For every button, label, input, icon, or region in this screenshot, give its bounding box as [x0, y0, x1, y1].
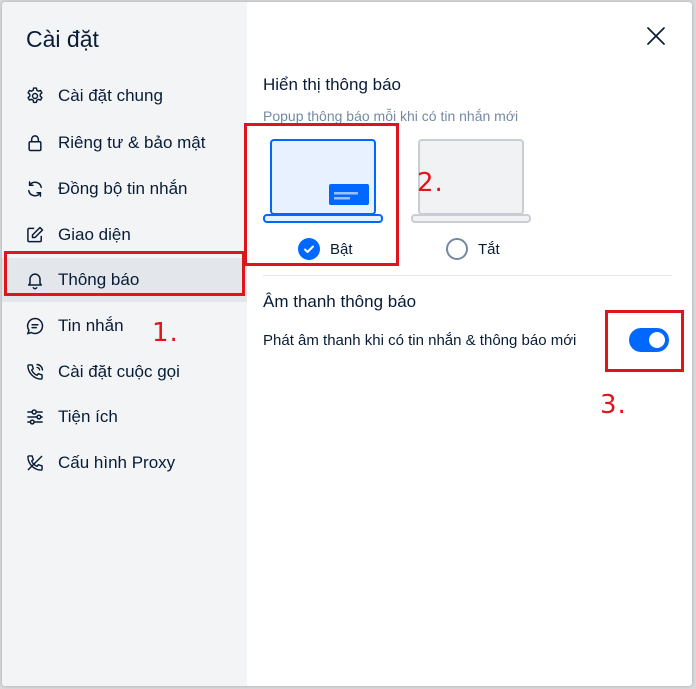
edit-icon [24, 224, 46, 246]
sidebar-item-label: Cấu hình Proxy [58, 453, 176, 472]
annotation-box-2 [244, 123, 399, 266]
close-button[interactable] [642, 24, 670, 52]
sidebar-item-label: Tin nhắn [58, 316, 124, 335]
close-icon [646, 26, 666, 51]
lock-icon [24, 132, 46, 154]
annotation-box-3 [605, 310, 684, 372]
sidebar-item-sync[interactable]: Đồng bộ tin nhắn [2, 167, 247, 211]
chat-icon [24, 315, 46, 337]
annotation-box-1 [4, 251, 245, 296]
display-notification-desc: Popup thông báo mỗi khi có tin nhắn mới [263, 108, 519, 124]
radio-unchecked-icon [446, 238, 468, 260]
annotation-step-1: 1. [152, 318, 179, 348]
dialog-title: Cài đặt [26, 26, 99, 52]
notification-sound-desc: Phát âm thanh khi có tin nhắn & thông bá… [263, 332, 577, 349]
sidebar-item-proxy[interactable]: Cấu hình Proxy [2, 441, 247, 485]
popup-off-label: Tắt [478, 240, 500, 258]
popup-off-radio[interactable]: Tắt [446, 238, 500, 260]
annotation-step-2: 2. [417, 168, 444, 198]
sync-icon [24, 178, 46, 200]
section-divider [263, 275, 672, 276]
gear-icon [24, 85, 46, 107]
sidebar-item-utilities[interactable]: Tiện ích [2, 395, 247, 439]
sliders-icon [24, 406, 46, 428]
settings-sidebar: Cài đặt Cài đặt chung Riêng tư & bảo mật… [2, 2, 247, 686]
sidebar-item-label: Giao diện [58, 225, 131, 244]
proxy-icon [24, 452, 46, 474]
annotation-step-3: 3. [600, 390, 627, 420]
sidebar-item-messages[interactable]: Tin nhắn [2, 304, 247, 348]
sidebar-item-label: Cài đặt chung [58, 86, 163, 105]
sidebar-item-label: Đồng bộ tin nhắn [58, 179, 188, 198]
sidebar-item-label: Tiện ích [58, 407, 118, 426]
sidebar-item-call-settings[interactable]: Cài đặt cuộc gọi [2, 350, 247, 394]
notification-sound-title: Âm thanh thông báo [263, 292, 417, 311]
sidebar-item-privacy[interactable]: Riêng tư & bảo mật [2, 121, 247, 165]
sidebar-item-label: Cài đặt cuộc gọi [58, 362, 180, 381]
settings-dialog: Cài đặt Cài đặt chung Riêng tư & bảo mật… [2, 2, 692, 686]
phone-icon [24, 361, 46, 383]
sidebar-item-general[interactable]: Cài đặt chung [2, 74, 247, 118]
display-notification-title: Hiển thị thông báo [263, 75, 401, 94]
sidebar-item-label: Riêng tư & bảo mật [58, 133, 206, 152]
